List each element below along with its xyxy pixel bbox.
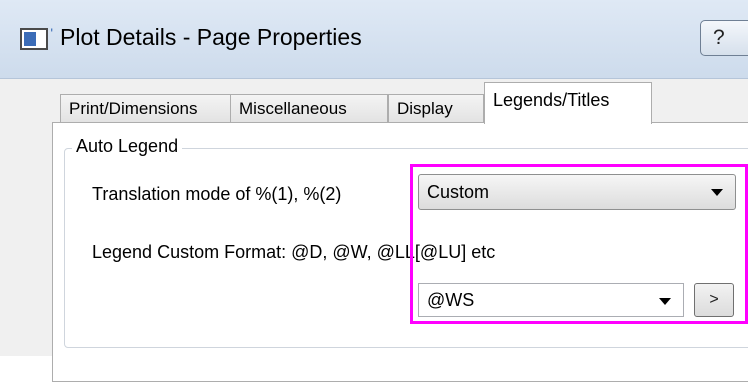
plot-details-dialog: ' Plot Details - Page Properties ? Print… bbox=[0, 0, 748, 382]
help-button[interactable]: ? bbox=[700, 20, 748, 56]
tab-display[interactable]: Display bbox=[388, 94, 484, 122]
tab-miscellaneous[interactable]: Miscellaneous bbox=[230, 94, 388, 122]
auto-legend-group-title: Auto Legend bbox=[72, 136, 183, 157]
translation-mode-label: Translation mode of %(1), %(2) bbox=[92, 184, 342, 204]
highlight-annotation-box bbox=[410, 164, 748, 324]
tab-legends-titles[interactable]: Legends/Titles bbox=[484, 82, 652, 124]
app-window-icon: ' bbox=[20, 26, 53, 50]
window-title: Plot Details - Page Properties bbox=[60, 24, 362, 50]
tab-print-dimensions[interactable]: Print/Dimensions bbox=[60, 94, 238, 122]
title-bar: ' Plot Details - Page Properties ? bbox=[0, 0, 748, 79]
